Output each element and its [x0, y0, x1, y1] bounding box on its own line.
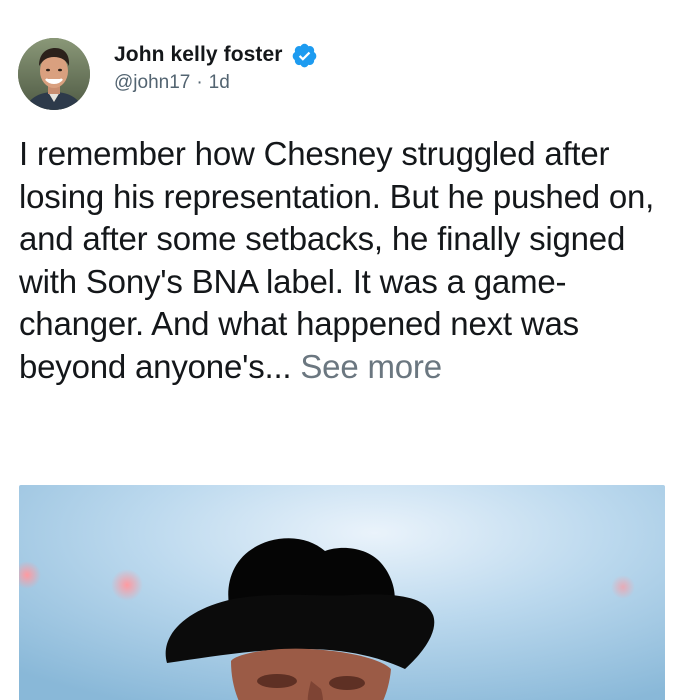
meta-separator: · — [196, 72, 203, 93]
author-info: John kelly foster @john17 · 1d — [114, 40, 318, 94]
post-header: John kelly foster @john17 · 1d — [14, 38, 674, 112]
social-post: John kelly foster @john17 · 1d I remembe… — [0, 0, 700, 700]
author-meta-row: @john17 · 1d — [114, 72, 318, 94]
post-media-photo[interactable] — [19, 485, 665, 700]
see-more-link[interactable]: See more — [300, 348, 442, 385]
author-display-name[interactable]: John kelly foster — [114, 43, 283, 67]
author-avatar[interactable] — [18, 38, 90, 110]
author-name-row: John kelly foster — [114, 40, 318, 70]
verified-badge-icon — [291, 42, 318, 69]
author-handle[interactable]: @john17 — [114, 72, 190, 94]
post-timestamp[interactable]: 1d — [209, 72, 230, 94]
post-body: I remember how Chesney struggled after l… — [19, 133, 689, 388]
